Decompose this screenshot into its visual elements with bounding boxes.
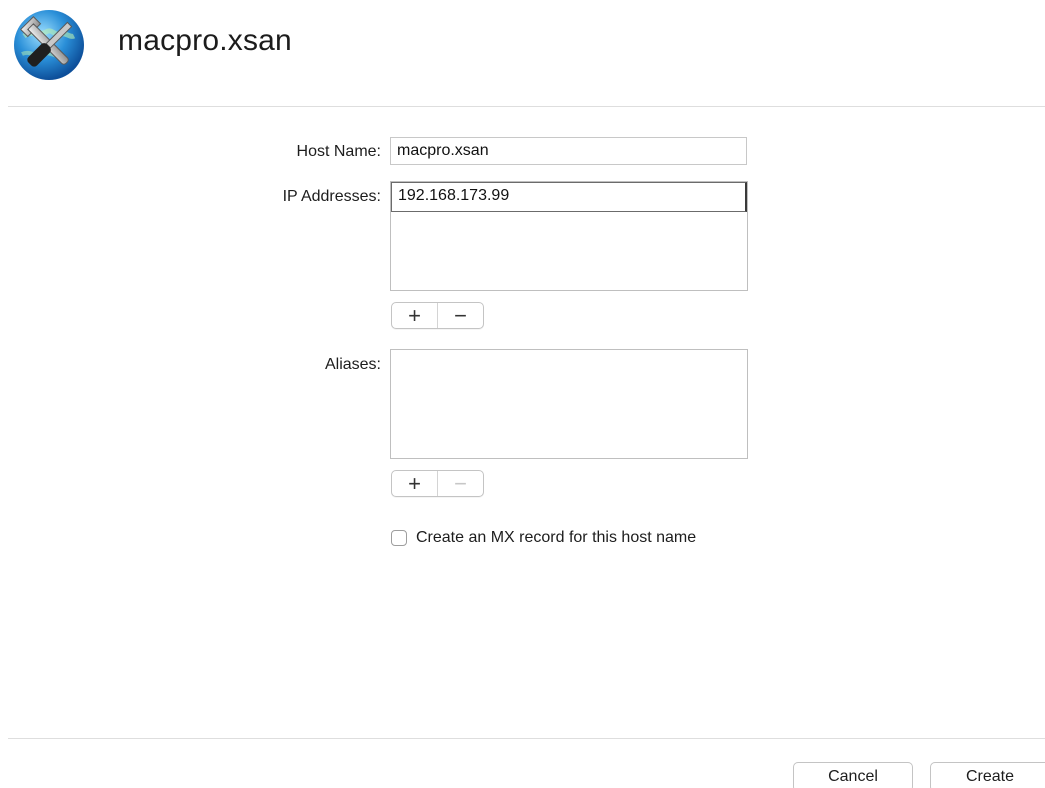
ip-addresses-list[interactable]: 192.168.173.99 (390, 181, 748, 291)
add-alias-button[interactable]: + (392, 471, 438, 496)
remove-alias-button[interactable]: − (438, 471, 483, 496)
add-ip-address-button[interactable]: + (392, 303, 438, 328)
aliases-add-remove-control: + − (391, 470, 484, 497)
header: macpro.xsan (0, 0, 1045, 106)
host-name-label: Host Name: (296, 143, 381, 160)
mx-record-checkbox-label[interactable]: Create an MX record for this host name (416, 529, 696, 547)
create-button[interactable]: Create (930, 762, 1045, 788)
mx-record-checkbox[interactable] (391, 530, 407, 546)
cancel-button[interactable]: Cancel (793, 762, 913, 788)
host-record-sheet: macpro.xsan Host Name: IP Addresses: 192… (0, 0, 1045, 788)
remove-ip-address-button[interactable]: − (438, 303, 483, 328)
footer-divider (8, 738, 1045, 739)
ip-addresses-label: IP Addresses: (282, 188, 381, 205)
network-utility-icon (14, 10, 84, 80)
page-title: macpro.xsan (118, 24, 292, 57)
header-divider (8, 106, 1045, 107)
ip-addresses-add-remove-control: + − (391, 302, 484, 329)
host-name-field[interactable] (390, 137, 747, 165)
aliases-label: Aliases: (324, 356, 381, 373)
list-item[interactable]: 192.168.173.99 (391, 182, 747, 212)
aliases-list[interactable] (390, 349, 748, 459)
mx-record-option[interactable]: Create an MX record for this host name (391, 529, 696, 547)
